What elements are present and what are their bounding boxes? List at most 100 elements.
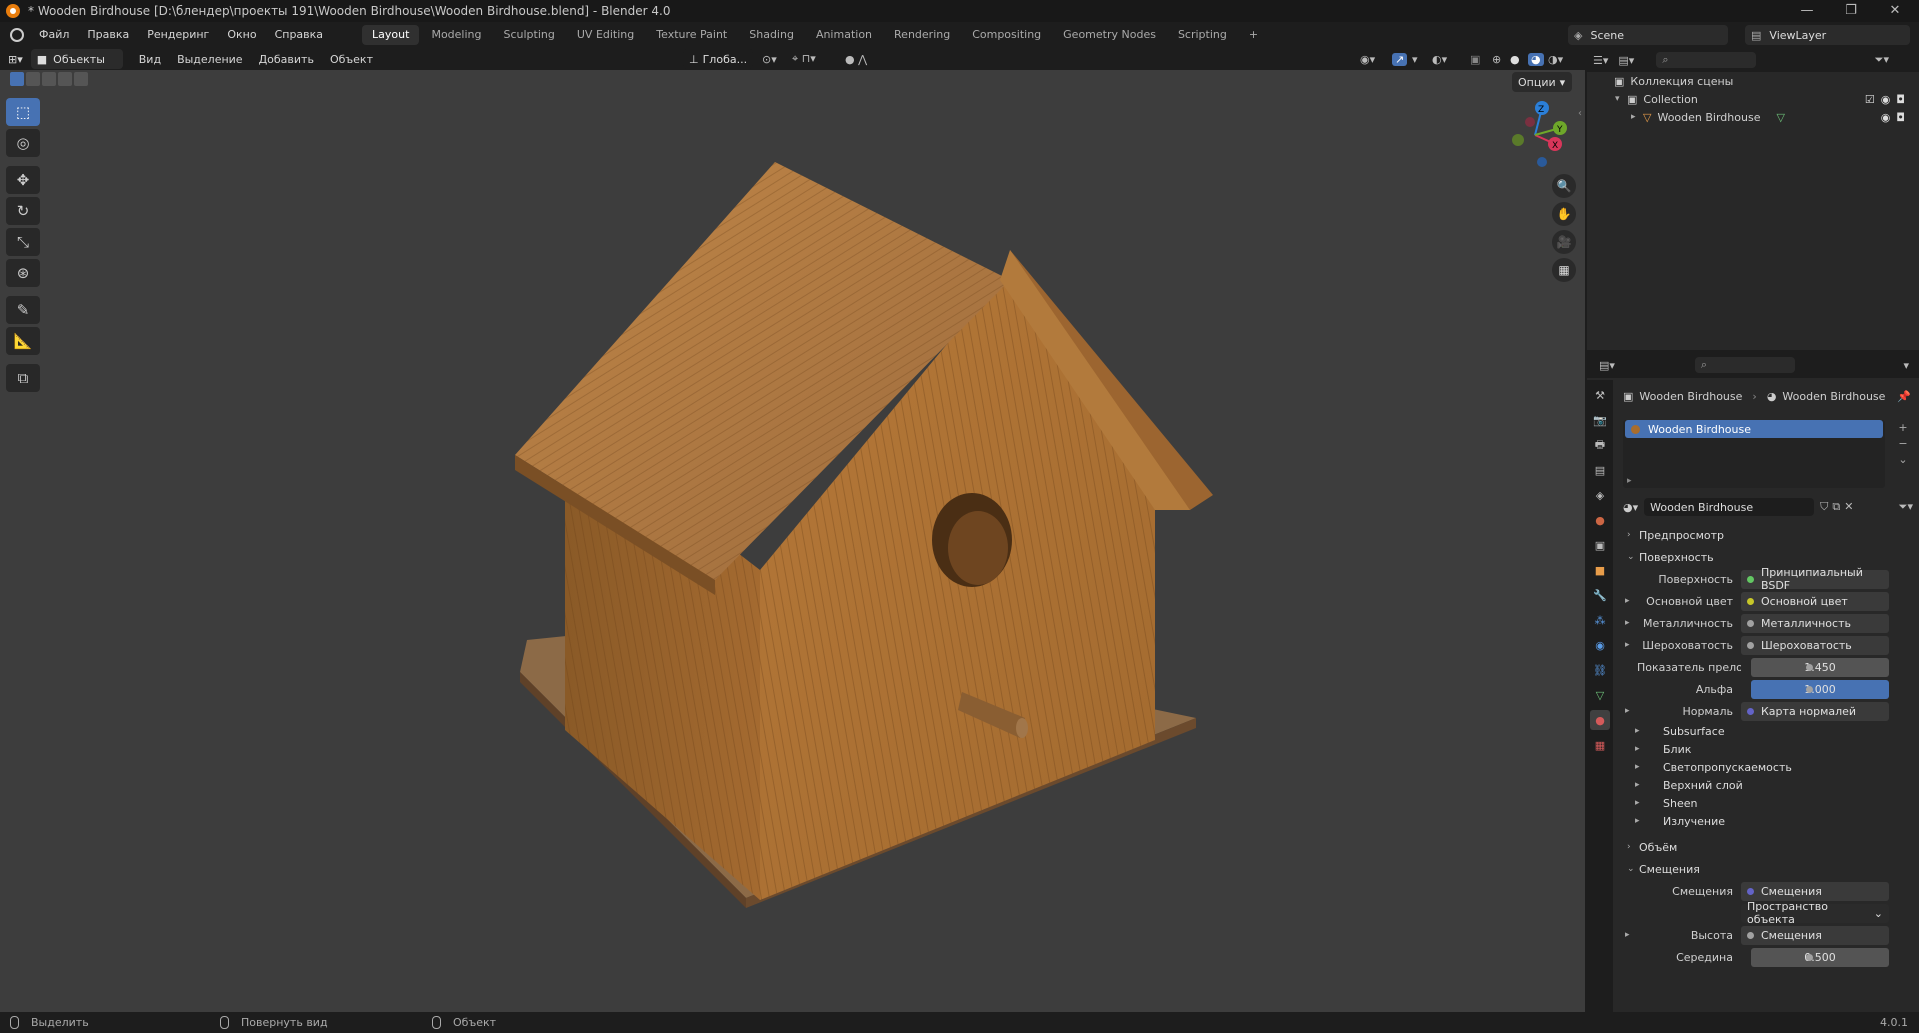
3d-viewport[interactable]: Опции ▾ ⬚ ◎ ✥ ↻ ⤡ ⊛ ✎ 📐 ⧉ Z X Y 🔍 ✋ 🎥 ▦ … <box>0 70 1585 1012</box>
object-expand-icon[interactable]: ▸ <box>1631 112 1643 122</box>
render-tab-icon[interactable]: 📷 <box>1590 410 1610 430</box>
pivot-icon[interactable]: ⊙▾ <box>762 53 777 66</box>
subpanel-3[interactable]: ▸ Верхний слой <box>1617 776 1917 794</box>
subpanel-expand-icon[interactable]: ▸ <box>1635 762 1647 772</box>
display-mode-icon[interactable]: ▤▾ <box>1618 54 1634 67</box>
editor-type-icon[interactable]: ⊞▾ <box>0 53 31 66</box>
tab-modeling[interactable]: Modeling <box>421 25 491 45</box>
output-tab-icon[interactable]: 🖶 <box>1590 435 1610 455</box>
surface-input-value-field[interactable]: Шероховатость <box>1741 635 1889 655</box>
texture-tab-icon[interactable]: ▦ <box>1590 735 1610 755</box>
menu-help[interactable]: Справка <box>266 22 332 48</box>
visibility-icon[interactable]: ◉▾ <box>1360 53 1375 66</box>
gizmo-dropdown-icon[interactable]: ▾ <box>1412 53 1418 66</box>
proportional-edit-icon[interactable]: ● ⋀ <box>845 53 867 66</box>
remove-slot-icon[interactable]: − <box>1895 436 1911 452</box>
add-cube-icon[interactable]: ⧉ <box>6 364 40 392</box>
measure-icon[interactable]: 📐 <box>6 327 40 355</box>
socket-icon[interactable] <box>1747 641 1754 649</box>
subpanel-expand-icon[interactable]: ▸ <box>1635 780 1647 790</box>
subpanel-1[interactable]: ▸ Блик <box>1617 740 1917 758</box>
section-preview[interactable]: › Предпросмотр <box>1617 524 1917 546</box>
add-workspace-button[interactable]: + <box>1239 25 1268 45</box>
camera-icon[interactable]: 🎥 <box>1552 230 1576 254</box>
outliner-search[interactable]: ⌕ <box>1656 52 1757 68</box>
select-box-icon[interactable]: ⬚ <box>6 98 40 126</box>
tab-shading[interactable]: Shading <box>739 25 804 45</box>
tab-animation[interactable]: Animation <box>806 25 882 45</box>
move-icon[interactable]: ✥ <box>6 166 40 194</box>
gizmo-toggle-icon[interactable]: ↗ <box>1392 52 1408 66</box>
properties-options-icon[interactable]: ▾ <box>1903 359 1909 372</box>
birdhouse-model[interactable] <box>0 70 1585 1012</box>
data-tab-icon[interactable]: ▽ <box>1590 685 1610 705</box>
socket-icon[interactable] <box>1806 663 1813 671</box>
pin-icon[interactable]: 📌 <box>1897 390 1911 403</box>
maximize-button[interactable]: ❐ <box>1829 0 1873 22</box>
material-shading-icon[interactable]: ◕ <box>1528 52 1544 66</box>
expand-icon[interactable]: ▸ <box>1625 618 1637 628</box>
menu-render[interactable]: Рендеринг <box>138 22 218 48</box>
constraints-tab-icon[interactable]: ⛓ <box>1590 660 1610 680</box>
scene-tab-icon[interactable]: ◈ <box>1590 485 1610 505</box>
material-link-icon[interactable]: ⏷▾ <box>1899 500 1913 514</box>
surface-input-value-field[interactable]: Карта нормалей <box>1741 701 1889 721</box>
material-tab-icon[interactable]: ● <box>1590 710 1610 730</box>
surface-input-value-field[interactable]: Металличность <box>1741 613 1889 633</box>
subpanel-5[interactable]: ▸ Излучение <box>1617 812 1917 830</box>
subpanel-expand-icon[interactable]: ▸ <box>1635 798 1647 808</box>
collection-visibility-icons[interactable]: ☑◉◘ <box>1865 93 1911 106</box>
browse-material-icon[interactable]: ◕▾ <box>1623 501 1638 514</box>
collection-expand-icon[interactable]: ▾ <box>1615 94 1627 104</box>
tab-geometry-nodes[interactable]: Geometry Nodes <box>1053 25 1166 45</box>
surface-input-value-field[interactable]: Принципиальный BSDF <box>1741 566 1889 592</box>
socket-icon[interactable] <box>1747 887 1754 895</box>
socket-icon[interactable] <box>1747 707 1754 715</box>
mode-selector[interactable]: ■ Объекты <box>30 49 123 69</box>
material-slot-list[interactable]: Wooden Birdhouse ▸ <box>1623 420 1885 488</box>
annotate-icon[interactable]: ✎ <box>6 296 40 324</box>
socket-icon[interactable] <box>1806 685 1813 693</box>
collection-row[interactable]: ▾ ▣ Collection ☑◉◘ <box>1587 90 1919 108</box>
socket-icon[interactable] <box>1747 931 1754 939</box>
expand-icon[interactable]: ▸ <box>1625 640 1637 650</box>
menu-window[interactable]: Окно <box>218 22 265 48</box>
displacement-input-value-field[interactable]: Пространство объекта ⌄ <box>1741 900 1889 926</box>
tab-sculpting[interactable]: Sculpting <box>494 25 565 45</box>
tab-compositing[interactable]: Compositing <box>962 25 1051 45</box>
displacement-input-value-field[interactable]: 0.500 <box>1751 947 1889 967</box>
solid-shading-icon[interactable]: ● <box>1510 53 1520 66</box>
displacement-input-value-field[interactable]: Смещения <box>1741 881 1889 901</box>
material-name-field[interactable]: Wooden Birdhouse <box>1644 498 1815 516</box>
expand-icon[interactable]: ▸ <box>1625 706 1637 716</box>
rendered-shading-icon[interactable]: ◑▾ <box>1548 53 1563 66</box>
grid-view-icon[interactable]: ▦ <box>1552 258 1576 282</box>
minimize-button[interactable]: — <box>1785 0 1829 22</box>
overlay-icon[interactable]: ◐▾ <box>1432 53 1447 66</box>
close-button[interactable]: ✕ <box>1873 0 1917 22</box>
subpanel-0[interactable]: ▸ Subsurface <box>1617 722 1917 740</box>
section-displacement[interactable]: ⌄ Смещения <box>1617 858 1917 880</box>
expand-icon[interactable]: ▸ <box>1625 930 1637 940</box>
menu-file[interactable]: Файл <box>30 22 78 48</box>
tab-scripting[interactable]: Scripting <box>1168 25 1237 45</box>
physics-tab-icon[interactable]: ◉ <box>1590 635 1610 655</box>
modifier-tab-icon[interactable]: 🔧 <box>1590 585 1610 605</box>
tab-rendering[interactable]: Rendering <box>884 25 960 45</box>
viewlayer-selector[interactable]: ▤ ViewLayer <box>1745 25 1910 45</box>
displacement-input-value-field[interactable]: Смещения <box>1741 925 1889 945</box>
subpanel-2[interactable]: ▸ Светопропускаемость <box>1617 758 1917 776</box>
tab-uv-editing[interactable]: UV Editing <box>567 25 644 45</box>
transform-icon[interactable]: ⊛ <box>6 259 40 287</box>
surface-input-value-field[interactable]: 1.000 <box>1751 679 1889 699</box>
subpanel-expand-icon[interactable]: ▸ <box>1635 744 1647 754</box>
object-visibility-icons[interactable]: ◉◘ <box>1881 111 1911 124</box>
scale-icon[interactable]: ⤡ <box>6 228 40 256</box>
particles-tab-icon[interactable]: ⁂ <box>1590 610 1610 630</box>
orientation-selector[interactable]: ⊥ Глоба... <box>683 49 753 69</box>
pan-hand-icon[interactable]: ✋ <box>1552 202 1576 226</box>
menu-select[interactable]: Выделение <box>169 53 251 66</box>
tab-layout[interactable]: Layout <box>362 25 420 45</box>
material-slot[interactable]: Wooden Birdhouse <box>1625 420 1883 438</box>
subpanel-4[interactable]: ▸ Sheen <box>1617 794 1917 812</box>
